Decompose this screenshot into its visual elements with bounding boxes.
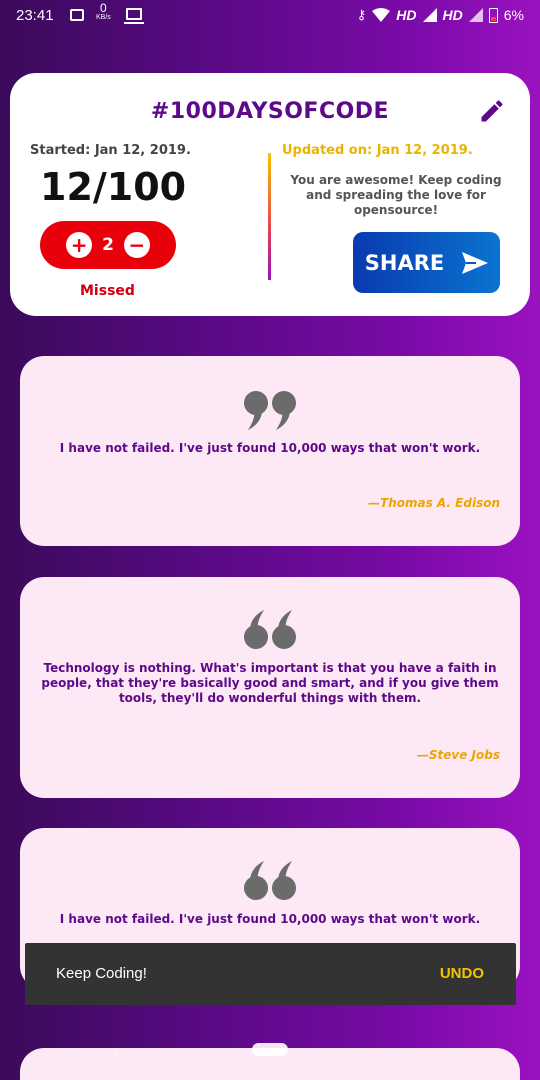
snackbar-message: Keep Coding! <box>56 965 147 982</box>
network-speed-value: 0 <box>100 1 107 15</box>
status-bar: 23:41 0 KB/s ⚷ HD HD 6% <box>0 0 540 32</box>
quote-author: —Steve Jobs <box>416 748 500 762</box>
battery-icon <box>488 7 498 23</box>
quote-card: I have not failed. I've just found 10,00… <box>20 356 520 546</box>
status-right: ⚷ HD HD 6% <box>357 7 524 23</box>
network-type-1: HD <box>396 7 417 23</box>
minus-button[interactable]: − <box>123 232 150 258</box>
close-quote-icon <box>244 391 296 430</box>
missed-stepper: + 2 − <box>40 221 176 269</box>
signal-icon-2 <box>468 8 483 22</box>
nav-back-icon[interactable]: ‹ <box>112 1041 119 1062</box>
quote-author: —Thomas A. Edison <box>368 496 500 510</box>
share-button-label: SHARE <box>364 250 445 275</box>
missed-label: Missed <box>80 283 135 299</box>
key-icon: ⚷ <box>356 7 367 22</box>
monitor-icon <box>124 8 144 24</box>
share-button[interactable]: SHARE <box>353 232 500 293</box>
open-quote-icon <box>244 861 296 900</box>
vertical-divider <box>268 153 271 280</box>
undo-button[interactable]: UNDO <box>440 965 484 982</box>
wifi-icon <box>372 8 391 22</box>
plus-button[interactable]: + <box>66 232 93 258</box>
snackbar: Keep Coding! UNDO <box>25 943 516 1005</box>
network-type-2: HD <box>442 7 463 23</box>
network-speed-unit: KB/s <box>96 14 111 21</box>
progress-card: #100DAYSOFCODE Started: Jan 12, 2019. 12… <box>10 73 530 316</box>
quote-card: Technology is nothing. What's important … <box>20 577 520 798</box>
battery-level: 6% <box>503 7 524 23</box>
send-icon <box>462 251 489 274</box>
encouragement-message: You are awesome! Keep coding and spreadi… <box>290 173 502 217</box>
signal-icon <box>422 8 437 22</box>
quote-text: I have not failed. I've just found 10,00… <box>59 912 481 926</box>
quote-text: Technology is nothing. What's important … <box>41 661 499 705</box>
home-pill[interactable] <box>252 1043 288 1056</box>
page-title: #100DAYSOFCODE <box>150 99 390 124</box>
image-icon <box>70 9 84 21</box>
day-counter: 12/100 <box>40 165 187 209</box>
status-time: 23:41 <box>16 7 54 24</box>
updated-date: Updated on: Jan 12, 2019. <box>282 143 473 158</box>
quote-text: I have not failed. I've just found 10,00… <box>59 441 481 455</box>
missed-count: 2 <box>102 235 114 255</box>
started-date: Started: Jan 12, 2019. <box>30 143 191 158</box>
open-quote-icon <box>244 610 296 649</box>
network-speed: 0 KB/s <box>96 1 111 23</box>
pencil-icon[interactable] <box>478 97 506 125</box>
